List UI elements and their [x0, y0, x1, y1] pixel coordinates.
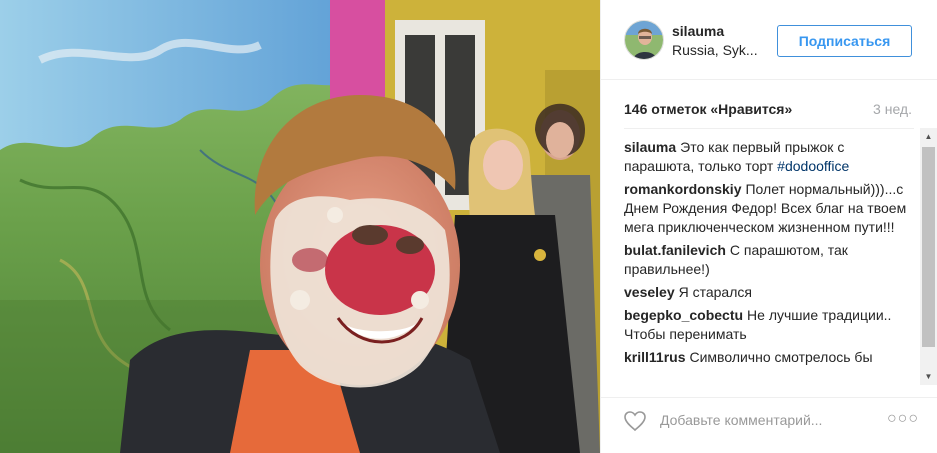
- comment-username[interactable]: krill11rus: [624, 349, 686, 365]
- post-footer: ○○○: [601, 397, 937, 453]
- comment-input[interactable]: [660, 410, 870, 430]
- likes-count[interactable]: 146 отметок «Нравится»: [624, 101, 792, 117]
- scroll-down-arrow-icon[interactable]: ▼: [920, 368, 937, 385]
- follow-button[interactable]: Подписаться: [777, 25, 912, 57]
- comment-item: bulat.fanilevich С парашютом, так правиль…: [624, 241, 914, 279]
- post-stats: 146 отметок «Нравится» 3 нед.: [624, 101, 912, 121]
- post-photo[interactable]: [0, 0, 600, 453]
- avatar[interactable]: [624, 20, 664, 60]
- heart-icon[interactable]: [623, 409, 647, 433]
- comment-item: romankordonskiy Полет нормальный)))...с Д…: [624, 180, 914, 237]
- scroll-thumb[interactable]: [922, 147, 935, 347]
- comment-username[interactable]: veseley: [624, 284, 675, 300]
- photo-illustration: [0, 0, 600, 453]
- post-age[interactable]: 3 нед.: [873, 101, 912, 117]
- comment-username[interactable]: bulat.fanilevich: [624, 242, 726, 258]
- post-side-panel: silauma Russia, Syk... Подписаться 146 о…: [600, 0, 937, 453]
- comment-item: krill11rus Символично смотрелось бы: [624, 348, 914, 367]
- comments-scrollbar[interactable]: ▲ ▼: [920, 128, 937, 385]
- comments-list: silauma Это как первый прыжок с парашюта,…: [624, 129, 914, 367]
- comment-username[interactable]: romankordonskiy: [624, 181, 741, 197]
- comment-text: Символично смотрелось бы: [689, 349, 873, 365]
- post-header: silauma Russia, Syk... Подписаться: [601, 0, 937, 80]
- location-link[interactable]: Russia, Syk...: [672, 42, 758, 58]
- comment-item: begepko_cobectu Не лучшие традиции.. Чтоб…: [624, 306, 914, 344]
- comment-text: Я старался: [678, 284, 752, 300]
- username-link[interactable]: silauma: [672, 23, 724, 39]
- comment-item: silauma Это как первый прыжок с парашюта,…: [624, 138, 914, 176]
- more-options-icon[interactable]: ○○○: [887, 410, 919, 428]
- avatar-image: [625, 21, 663, 59]
- hashtag-link[interactable]: #dodooffice: [777, 158, 849, 174]
- comment-item: veseley Я старался: [624, 283, 914, 302]
- comments-section: silauma Это как первый прыжок с парашюта,…: [624, 128, 914, 384]
- scroll-up-arrow-icon[interactable]: ▲: [920, 128, 937, 145]
- comment-username[interactable]: begepko_cobectu: [624, 307, 743, 323]
- comment-username[interactable]: silauma: [624, 139, 676, 155]
